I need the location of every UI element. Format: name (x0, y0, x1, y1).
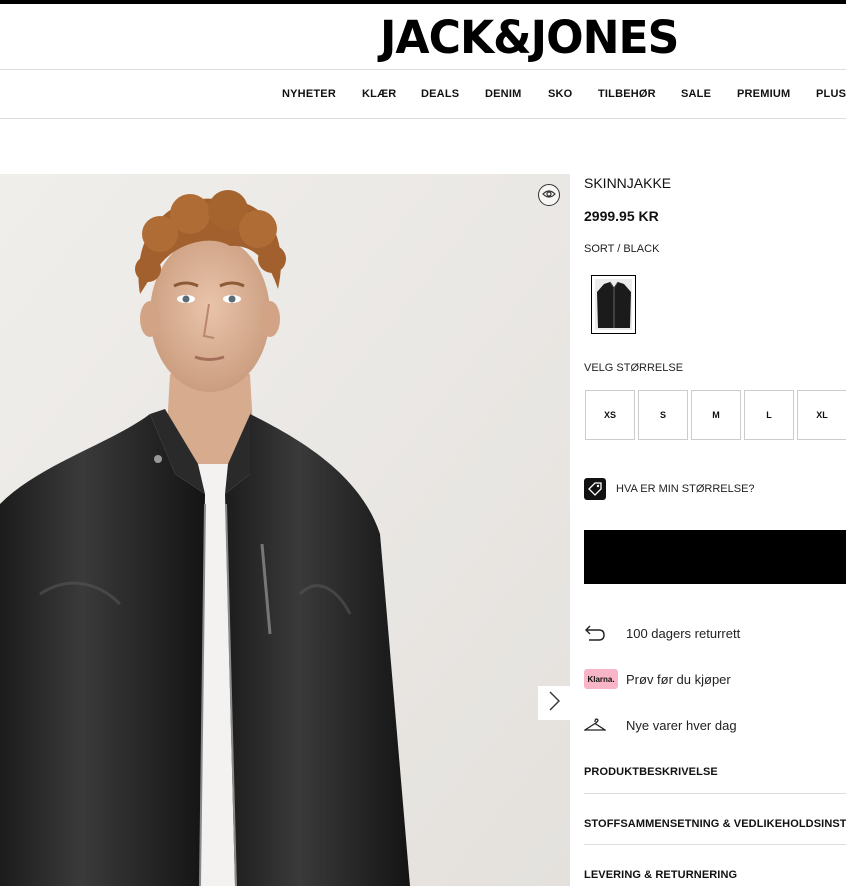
size-option-s[interactable]: S (638, 390, 688, 440)
perk-new-text: Nye varer hver dag (626, 717, 737, 733)
nav-item-plus[interactable]: PLUS (816, 88, 846, 100)
color-name: SORT / BLACK (584, 243, 660, 255)
klarna-badge: Klarna. (584, 669, 618, 689)
tag-icon (584, 478, 606, 500)
size-guide-link[interactable]: HVA ER MIN STØRRELSE? (584, 478, 755, 500)
accordion-delivery-returns[interactable]: LEVERING & RETURNERING (584, 845, 846, 886)
klarna-logo: Klarna. (584, 669, 620, 689)
product-image[interactable] (0, 174, 570, 886)
product-title: SKINNJAKKE (584, 175, 672, 191)
perk-returns-text: 100 dagers returrett (626, 625, 741, 641)
nav-item-nyheter[interactable]: NYHETER (282, 88, 336, 100)
nav-item-denim[interactable]: DENIM (485, 88, 521, 100)
size-option-xs[interactable]: XS (585, 390, 635, 440)
nav-item-tilbehor[interactable]: TILBEHØR (598, 88, 656, 100)
size-option-m[interactable]: M (691, 390, 741, 440)
main-nav: NYHETER KLÆR DEALS DENIM SKO TILBEHØR SA… (0, 71, 846, 119)
accordion-product-description[interactable]: PRODUKTBESKRIVELSE (584, 750, 846, 794)
perk-try-before-buy: Klarna. Prøv før du kjøper (584, 667, 731, 691)
size-option-l[interactable]: L (744, 390, 794, 440)
nav-item-klaer[interactable]: KLÆR (362, 88, 396, 100)
perk-new-arrivals: Nye varer hver dag (584, 713, 737, 737)
nav-item-sko[interactable]: SKO (548, 88, 572, 100)
return-arrow-icon (584, 624, 620, 642)
nav-item-premium[interactable]: PREMIUM (737, 88, 790, 100)
accordion-label: PRODUKTBESKRIVELSE (584, 766, 718, 778)
color-swatch-black[interactable] (591, 275, 636, 334)
add-to-cart-button[interactable] (584, 530, 846, 584)
accordion-materials-care[interactable]: STOFFSAMMENSETNING & VEDLIKEHOLDSINSTRUK… (584, 794, 846, 845)
site-header: JACK&JONES (0, 4, 846, 70)
product-price: 2999.95 KR (584, 208, 659, 224)
accordion-label: LEVERING & RETURNERING (584, 869, 738, 881)
size-select-label: VELG STØRRELSE (584, 362, 684, 374)
nav-item-sale[interactable]: SALE (681, 88, 711, 100)
eye-icon (542, 186, 556, 204)
quick-view-eye-button[interactable] (538, 184, 560, 206)
model-illustration (0, 174, 570, 886)
perk-try-text: Prøv før du kjøper (626, 671, 731, 687)
hanger-icon (584, 717, 620, 733)
brand-logo[interactable]: JACK&JONES (380, 12, 679, 64)
accordion-label: STOFFSAMMENSETNING & VEDLIKEHOLDSINSTRUK… (584, 818, 846, 830)
nav-item-deals[interactable]: DEALS (421, 88, 459, 100)
perk-returns: 100 dagers returrett (584, 621, 740, 645)
size-guide-label: HVA ER MIN STØRRELSE? (616, 483, 755, 495)
next-image-button[interactable] (538, 686, 570, 720)
swatch-thumbnail (595, 279, 632, 330)
chevron-right-icon (548, 691, 560, 716)
size-option-xl[interactable]: XL (797, 390, 846, 440)
